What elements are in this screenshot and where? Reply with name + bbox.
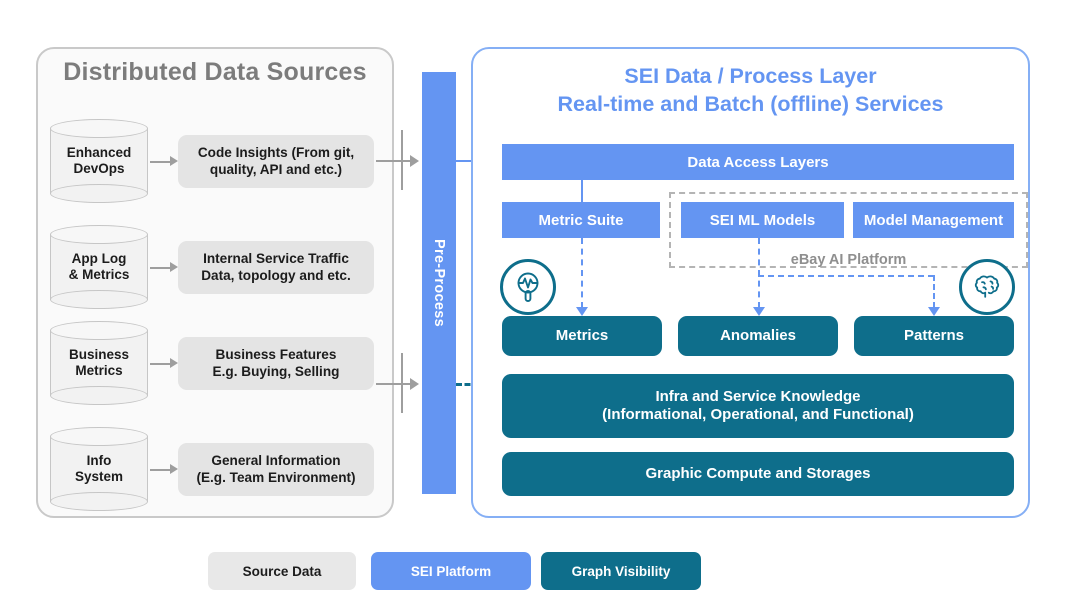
page-title-right: SEI Data / Process Layer Real-time and B… [471, 63, 1030, 118]
arrow-source-to-detail-1 [150, 156, 178, 167]
source-detail-box-2[interactable]: Internal Service Traffic Data, topology a… [178, 241, 374, 294]
arrow-head [170, 358, 178, 368]
right-title-line1: SEI Data / Process Layer [624, 64, 877, 88]
legend-item-source-data[interactable]: Source Data [208, 552, 356, 590]
connector-branch-horizontal [758, 275, 934, 277]
cylinder-label-line1: Info [86, 453, 112, 469]
detail-line1: Business Features [215, 347, 337, 363]
detail-line1: Code Insights (From git, [197, 145, 355, 161]
brain-icon [959, 259, 1015, 315]
graphic-compute-storages-box[interactable]: Graphic Compute and Storages [502, 452, 1014, 496]
detail-line2: (E.g. Team Environment) [196, 469, 356, 485]
brain-glyph [974, 275, 1000, 298]
source-detail-box-3[interactable]: Business Features E.g. Buying, Selling [178, 337, 374, 390]
cylinder-label-line2: & Metrics [68, 267, 130, 282]
connector-ml-models-to-anomalies [758, 238, 760, 308]
arrow-head [170, 464, 178, 474]
data-source-cylinder-enhanced-devops[interactable]: Enhanced DevOps [50, 119, 148, 203]
metric-suite-box[interactable]: Metric Suite [502, 202, 660, 238]
cylinder-label-line1: Enhanced [66, 145, 132, 161]
sei-ml-models-box[interactable]: SEI ML Models [681, 202, 844, 238]
data-source-cylinder-info-system[interactable]: Info System [50, 427, 148, 511]
arrow-head [170, 156, 178, 166]
data-source-cylinder-app-log-metrics[interactable]: App Log & Metrics [50, 225, 148, 309]
data-source-cylinder-business-metrics[interactable]: Business Metrics [50, 321, 148, 405]
output-label-metrics: Metrics [555, 326, 609, 344]
legend-item-sei-platform[interactable]: SEI Platform [371, 552, 531, 590]
cylinder-label: Enhanced DevOps [50, 119, 148, 203]
magnifier-waveform-icon [500, 259, 556, 315]
arrow-head [170, 262, 178, 272]
cylinder-label: Business Metrics [50, 321, 148, 405]
cylinder-label-line1: App Log [71, 251, 127, 267]
detail-line1: General Information [211, 453, 341, 469]
data-access-layers-label: Data Access Layers [687, 153, 829, 171]
model-management-box[interactable]: Model Management [853, 202, 1014, 238]
infra-service-knowledge-box[interactable]: Infra and Service Knowledge (Information… [502, 374, 1014, 438]
pre-process-bar[interactable]: Pre-Process [422, 72, 456, 494]
source-detail-box-1[interactable]: Code Insights (From git, quality, API and… [178, 135, 374, 188]
graphic-compute-label: Graphic Compute and Storages [645, 464, 871, 482]
cylinder-label-line1: Business [68, 347, 130, 363]
infra-line1: Infra and Service Knowledge [655, 387, 861, 405]
diagram-canvas: Distributed Data Sources Enhanced DevOps … [0, 0, 1080, 602]
cylinder-label-line2: Metrics [75, 363, 123, 378]
cylinder-label-line2: System [74, 469, 124, 484]
arrow-source-to-detail-4 [150, 464, 178, 475]
arrow-line [150, 469, 170, 471]
output-label-anomalies: Anomalies [720, 326, 796, 344]
data-access-layers-box[interactable]: Data Access Layers [502, 144, 1014, 180]
flow-arrow-line-top [376, 160, 412, 162]
page-title-left: Distributed Data Sources [63, 58, 367, 86]
output-label-patterns: Patterns [903, 326, 965, 344]
model-management-label: Model Management [863, 211, 1004, 229]
cylinder-label: Info System [50, 427, 148, 511]
output-box-anomalies[interactable]: Anomalies [678, 316, 838, 356]
legend-label-sei-platform: SEI Platform [410, 563, 492, 579]
legend-label-graph-visibility: Graph Visibility [571, 563, 671, 579]
right-title-line2: Real-time and Batch (offline) Services [557, 91, 944, 116]
connector-branch-to-patterns [933, 275, 935, 308]
detail-line2: quality, API and etc.) [209, 161, 343, 177]
connector-metric-suite-to-metrics [581, 238, 583, 308]
arrow-source-to-detail-3 [150, 358, 178, 369]
legend-item-graph-visibility[interactable]: Graph Visibility [541, 552, 701, 590]
arrow-line [150, 363, 170, 365]
connector-anomalies-arrowhead [753, 307, 765, 316]
pre-process-label: Pre-Process [431, 239, 447, 327]
cylinder-label-line2: DevOps [73, 161, 125, 176]
detail-line1: Internal Service Traffic [203, 251, 349, 267]
output-box-metrics[interactable]: Metrics [502, 316, 662, 356]
flow-spine-top [401, 130, 403, 190]
connector-metrics-arrowhead [576, 307, 588, 316]
detail-line2: Data, topology and etc. [201, 267, 351, 283]
flow-arrow-head-bottom [410, 378, 419, 390]
connector-patterns-arrowhead [928, 307, 940, 316]
output-box-patterns[interactable]: Patterns [854, 316, 1014, 356]
magnifier-waveform-glyph [517, 272, 539, 302]
flow-arrow-head-top [410, 155, 419, 167]
flow-arrow-line-bottom [376, 383, 412, 385]
arrow-line [150, 267, 170, 269]
infra-line2: (Informational, Operational, and Functio… [602, 406, 914, 423]
arrow-line [150, 161, 170, 163]
legend-label-source-data: Source Data [242, 563, 322, 579]
arrow-source-to-detail-2 [150, 262, 178, 273]
sei-ml-models-label: SEI ML Models [709, 211, 816, 229]
cylinder-label: App Log & Metrics [50, 225, 148, 309]
connector-dal-to-metric-suite [581, 180, 584, 202]
metric-suite-label: Metric Suite [538, 211, 624, 229]
flow-spine-bottom [401, 353, 403, 413]
detail-line2: E.g. Buying, Selling [212, 363, 340, 379]
source-detail-box-4[interactable]: General Information (E.g. Team Environmen… [178, 443, 374, 496]
